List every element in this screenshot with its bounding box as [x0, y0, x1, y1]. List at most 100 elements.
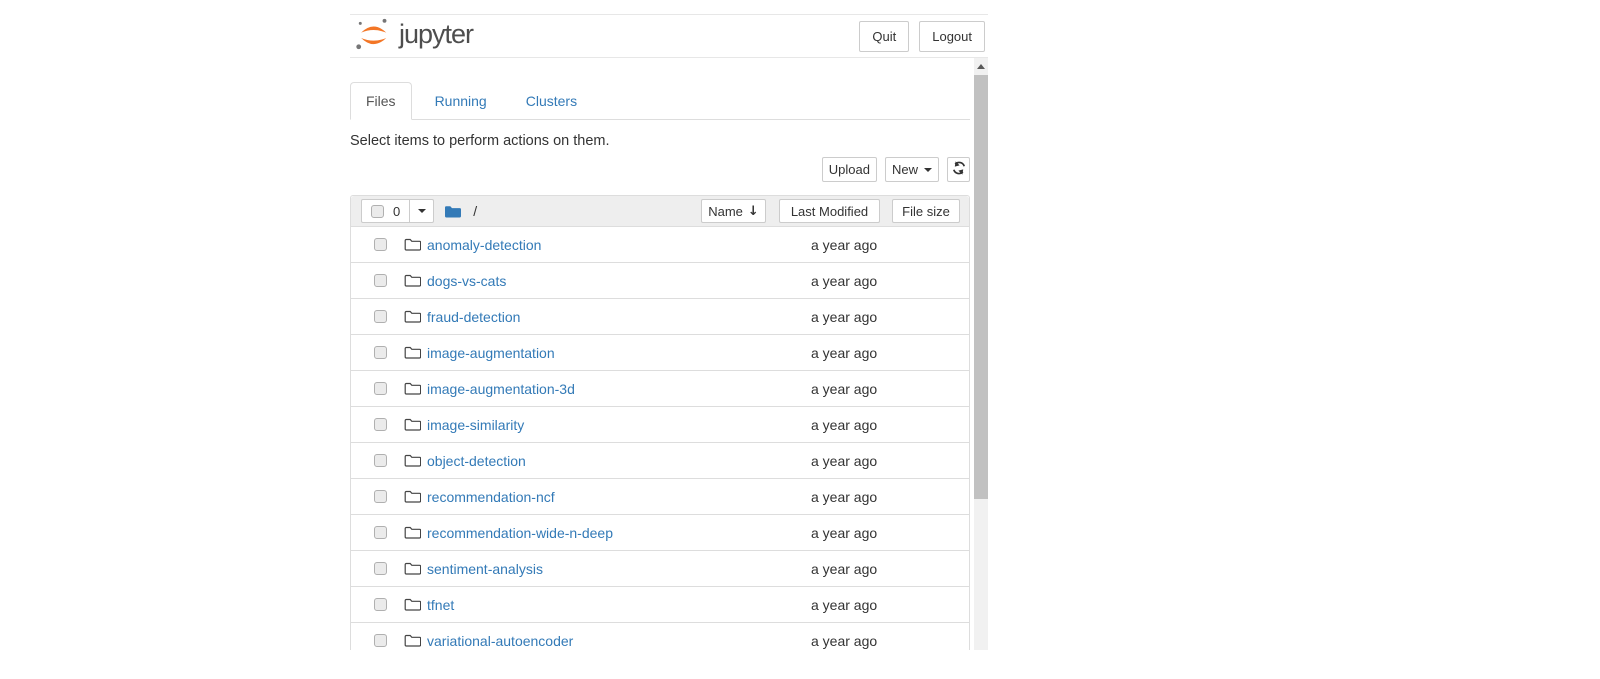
arrow-down-icon: ↓	[748, 204, 759, 219]
new-dropdown-button[interactable]: New	[885, 157, 939, 182]
sort-name-label: Name	[708, 204, 743, 219]
file-name-link[interactable]: image-augmentation-3d	[427, 381, 575, 397]
file-row: image-similarity a year ago	[351, 406, 969, 442]
file-row: recommendation-ncf a year ago	[351, 478, 969, 514]
select-dropdown-button[interactable]	[409, 199, 434, 223]
breadcrumb-path[interactable]: /	[473, 203, 477, 219]
file-checkbox[interactable]	[374, 346, 387, 359]
tab-files[interactable]: Files	[350, 82, 412, 120]
file-modified: a year ago	[811, 345, 969, 361]
new-dropdown-label: New	[892, 162, 918, 177]
file-name-link[interactable]: object-detection	[427, 453, 526, 469]
file-name-link[interactable]: image-augmentation	[427, 345, 555, 361]
file-row: sentiment-analysis a year ago	[351, 550, 969, 586]
file-modified: a year ago	[811, 633, 969, 649]
file-name-link[interactable]: recommendation-wide-n-deep	[427, 525, 613, 541]
selected-count: 0	[393, 204, 400, 219]
file-row: object-detection a year ago	[351, 442, 969, 478]
upload-button[interactable]: Upload	[822, 157, 877, 182]
scrollbar-thumb[interactable]	[974, 75, 988, 499]
file-checkbox[interactable]	[374, 598, 387, 611]
jupyter-file-browser: jupyter Quit Logout Files Running Cluste…	[0, 0, 1600, 679]
folder-outline-icon	[404, 633, 421, 648]
file-row: variational-autoencoder a year ago	[351, 622, 969, 650]
file-checkbox[interactable]	[374, 274, 387, 287]
refresh-icon	[952, 161, 966, 178]
file-row: dogs-vs-cats a year ago	[351, 262, 969, 298]
file-checkbox[interactable]	[374, 238, 387, 251]
file-name-link[interactable]: anomaly-detection	[427, 237, 541, 253]
chevron-down-icon	[418, 209, 426, 213]
folder-outline-icon	[404, 489, 421, 504]
file-name-link[interactable]: fraud-detection	[427, 309, 520, 325]
file-checkbox[interactable]	[374, 382, 387, 395]
file-modified: a year ago	[811, 597, 969, 613]
folder-outline-icon	[404, 525, 421, 540]
jupyter-logo-icon	[355, 17, 392, 56]
sort-by-last-modified-button[interactable]: Last Modified	[779, 199, 880, 223]
file-modified: a year ago	[811, 453, 969, 469]
sort-by-name-button[interactable]: Name ↓	[701, 199, 766, 223]
select-all-button-group: 0	[361, 199, 434, 223]
site-header: jupyter Quit Logout	[350, 14, 988, 58]
file-modified: a year ago	[811, 381, 969, 397]
file-modified: a year ago	[811, 237, 969, 253]
quit-button[interactable]: Quit	[859, 21, 909, 52]
file-modified: a year ago	[811, 489, 969, 505]
tab-clusters[interactable]: Clusters	[510, 82, 593, 120]
tab-running[interactable]: Running	[419, 82, 503, 120]
file-row: image-augmentation-3d a year ago	[351, 370, 969, 406]
scrollable-body: Files Running Clusters Select items to p…	[350, 58, 988, 650]
file-checkbox[interactable]	[374, 634, 387, 647]
file-modified: a year ago	[811, 561, 969, 577]
file-checkbox[interactable]	[374, 418, 387, 431]
file-row: recommendation-wide-n-deep a year ago	[351, 514, 969, 550]
file-name-link[interactable]: dogs-vs-cats	[427, 273, 506, 289]
folder-outline-icon	[404, 417, 421, 432]
header-column: jupyter Quit Logout	[350, 14, 988, 58]
file-row: fraud-detection a year ago	[351, 298, 969, 334]
scrollbar-up-button[interactable]	[974, 58, 988, 74]
file-name-link[interactable]: tfnet	[427, 597, 454, 613]
file-checkbox[interactable]	[374, 490, 387, 503]
scroll-up-arrow-icon	[977, 64, 985, 69]
folder-outline-icon	[404, 273, 421, 288]
sort-by-file-size-button[interactable]: File size	[892, 199, 960, 223]
folder-outline-icon	[404, 453, 421, 468]
toolbar: Upload New	[350, 157, 970, 182]
breadcrumb: /	[444, 203, 477, 219]
file-checkbox[interactable]	[374, 562, 387, 575]
folder-outline-icon	[404, 597, 421, 612]
file-modified: a year ago	[811, 309, 969, 325]
file-checkbox[interactable]	[374, 454, 387, 467]
jupyter-logo[interactable]: jupyter	[355, 17, 473, 56]
vertical-scrollbar[interactable]	[974, 58, 988, 650]
file-row: tfnet a year ago	[351, 586, 969, 622]
tab-bar: Files Running Clusters	[350, 82, 970, 120]
file-name-link[interactable]: variational-autoencoder	[427, 633, 573, 649]
file-modified: a year ago	[811, 417, 969, 433]
folder-icon[interactable]	[444, 204, 461, 219]
file-list: 0 /	[350, 195, 970, 650]
select-items-message: Select items to perform actions on them.	[350, 133, 970, 152]
file-row: anomaly-detection a year ago	[351, 226, 969, 262]
file-modified: a year ago	[811, 525, 969, 541]
select-all-checkbox[interactable]	[371, 205, 384, 218]
select-all-button[interactable]: 0	[361, 199, 410, 223]
file-list-header: 0 /	[351, 196, 969, 226]
refresh-button[interactable]	[947, 157, 970, 182]
folder-outline-icon	[404, 309, 421, 324]
folder-outline-icon	[404, 381, 421, 396]
file-checkbox[interactable]	[374, 526, 387, 539]
file-name-link[interactable]: sentiment-analysis	[427, 561, 543, 577]
folder-outline-icon	[404, 345, 421, 360]
content: Files Running Clusters Select items to p…	[350, 82, 970, 650]
logout-button[interactable]: Logout	[919, 21, 985, 52]
chevron-down-icon	[924, 168, 932, 172]
file-checkbox[interactable]	[374, 310, 387, 323]
file-modified: a year ago	[811, 273, 969, 289]
folder-outline-icon	[404, 561, 421, 576]
file-name-link[interactable]: recommendation-ncf	[427, 489, 555, 505]
file-name-link[interactable]: image-similarity	[427, 417, 524, 433]
folder-outline-icon	[404, 237, 421, 252]
